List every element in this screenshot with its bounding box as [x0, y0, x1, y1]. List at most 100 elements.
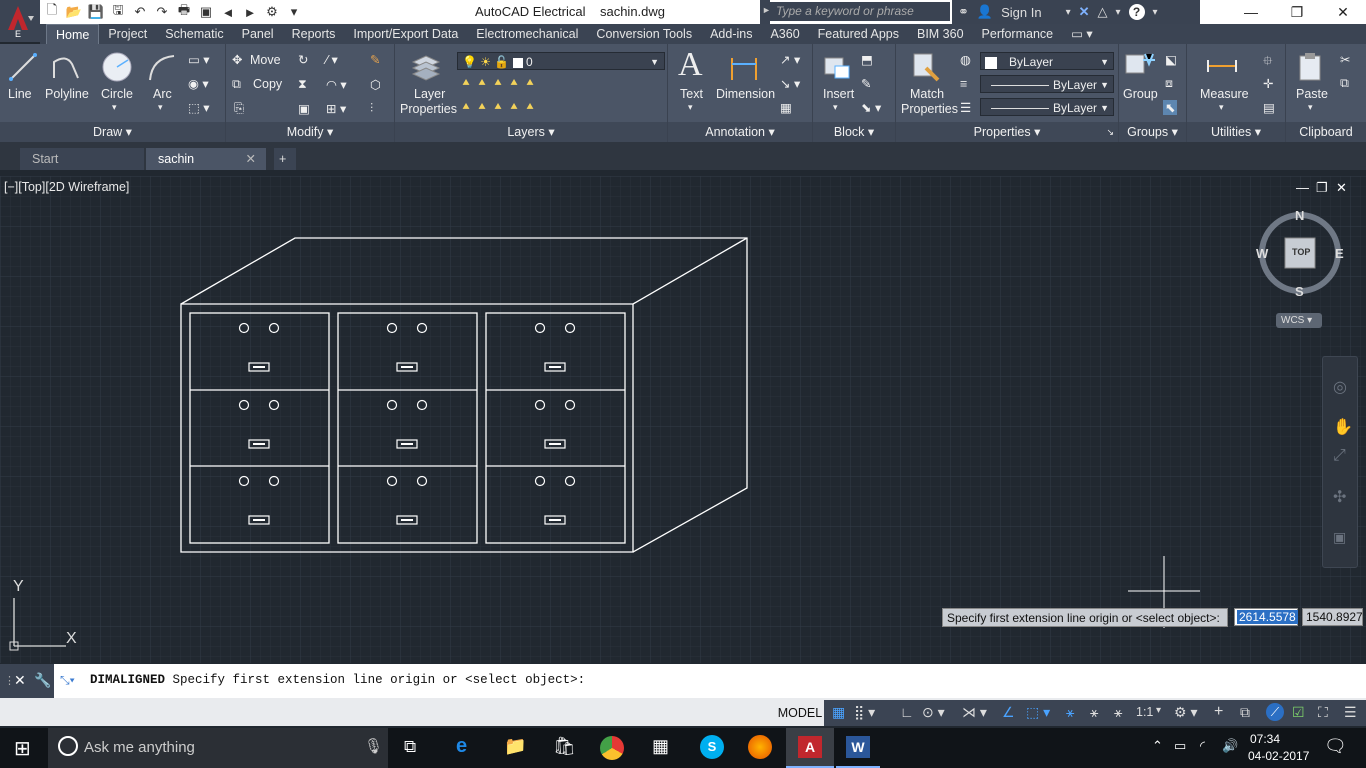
multileader-icon[interactable]: ↘ ▾ — [780, 76, 800, 91]
chevron-down-icon[interactable]: ▾ — [1308, 102, 1313, 113]
tab-add-ins[interactable]: Add-ins — [701, 24, 761, 44]
sign-in-button[interactable]: Sign In — [1001, 5, 1041, 20]
quick-properties-icon[interactable]: ☑ — [1292, 704, 1305, 721]
edit-block-icon[interactable]: ✎ — [861, 76, 871, 91]
tab-conversion-tools[interactable]: Conversion Tools — [587, 24, 701, 44]
scale-icon[interactable]: ▣ — [298, 101, 310, 116]
show-hidden-icons-icon[interactable]: ⌃ — [1152, 738, 1163, 754]
draw-panel-title[interactable]: Draw ▾ — [0, 122, 225, 142]
object-snap-icon[interactable]: ⬚ ▾ — [1026, 704, 1050, 721]
back-icon[interactable]: ◄ — [220, 4, 236, 20]
task-view-icon[interactable]: ⧉ — [404, 737, 416, 757]
layer-tools-row-2[interactable]: ⯅⯅⯅⯅⯅ — [461, 100, 541, 115]
redo-icon[interactable]: ↷ — [154, 4, 170, 20]
isodraft-icon[interactable]: ⋊ ▾ — [962, 704, 987, 721]
annotation-panel-title[interactable]: Annotation ▾ — [668, 122, 812, 142]
block-panel-title[interactable]: Block ▾ — [813, 122, 895, 142]
measure-button[interactable]: Measure — [1200, 87, 1249, 101]
modify-panel-title[interactable]: Modify ▾ — [226, 122, 394, 142]
clipboard-panel-title[interactable]: Clipboard — [1286, 122, 1366, 142]
move-button[interactable]: Move — [250, 53, 281, 67]
restore-button[interactable]: ❐ — [1274, 0, 1320, 24]
microphone-icon[interactable]: 🎙 — [364, 737, 383, 755]
tab-electromechanical[interactable]: Electromechanical — [467, 24, 587, 44]
rectangle-icon[interactable]: ▭ ▾ — [188, 52, 210, 67]
save-as-icon[interactable]: 🖫 — [110, 2, 126, 20]
fillet-icon[interactable]: ◠ ▾ — [326, 77, 347, 92]
chevron-down-icon[interactable]: ▾ — [1066, 7, 1071, 18]
windows-start-icon[interactable]: ⊞ — [14, 736, 31, 761]
tab-featured-apps[interactable]: Featured Apps — [809, 24, 908, 44]
compass-west[interactable]: W — [1256, 246, 1268, 261]
tab-current-drawing[interactable]: sachin ✕ — [146, 148, 266, 170]
group-select-icon[interactable]: ⬉ — [1163, 100, 1178, 115]
plot-icon[interactable]: 🖶 — [176, 2, 192, 20]
text-button[interactable]: Text — [680, 87, 703, 101]
save-icon[interactable]: 💾 — [88, 4, 104, 20]
file-explorer-icon[interactable]: 📁 — [504, 736, 526, 757]
plus-icon[interactable]: + — [1214, 703, 1223, 721]
offset-icon[interactable]: ⫶ — [370, 101, 373, 116]
layer-properties-label-2[interactable]: Properties — [400, 102, 457, 116]
calculator-icon[interactable]: ▤ — [1263, 100, 1275, 115]
color-dropdown[interactable]: ByLayer ▼ — [980, 52, 1114, 70]
minimize-button[interactable]: — — [1228, 0, 1274, 24]
annotation-scale-dropdown[interactable]: 1:1 — [1136, 705, 1153, 719]
autocad-taskbar-button[interactable]: A — [786, 728, 834, 768]
annotation-scale-icon[interactable]: ⚹ — [1114, 704, 1122, 721]
pan-icon[interactable]: ✋ — [1333, 417, 1353, 437]
search-expander[interactable]: ► — [760, 0, 771, 24]
volume-icon[interactable]: 🔊 — [1222, 738, 1238, 754]
leader-icon[interactable]: ↗ ▾ — [780, 52, 800, 67]
zoom-icon[interactable]: ⤢ — [1333, 447, 1346, 465]
y-coordinate-input[interactable]: 1540.8927 — [1302, 608, 1363, 626]
search-input[interactable]: Type a keyword or phrase — [770, 2, 950, 21]
close-button[interactable]: ✕ — [1320, 0, 1366, 24]
workspace-gear-icon[interactable]: ⚙ ▾ — [1174, 704, 1197, 721]
tab-panel[interactable]: Panel — [233, 24, 283, 44]
recent-commands-icon[interactable]: ⤡▾ — [60, 673, 75, 688]
viewcube-top-face[interactable]: TOP — [1292, 247, 1310, 257]
paste-button[interactable]: Paste — [1296, 87, 1328, 101]
chevron-down-icon[interactable]: ▾ — [833, 102, 838, 113]
tab-performance[interactable]: Performance — [973, 24, 1063, 44]
tab-bim-360[interactable]: BIM 360 — [908, 24, 973, 44]
chevron-down-icon[interactable]: ▾ — [112, 102, 117, 113]
id-point-icon[interactable]: ✛ — [1263, 76, 1273, 91]
chrome-icon[interactable] — [600, 736, 624, 760]
table-icon[interactable]: ▦ — [780, 100, 792, 115]
layer-tools-row-1[interactable]: ⯅⯅⯅⯅⯅ — [461, 76, 541, 91]
firefox-icon[interactable] — [748, 735, 772, 759]
close-tab-icon[interactable]: ✕ — [246, 148, 256, 170]
object-snap-tracking-icon[interactable]: ∠ — [1002, 704, 1015, 721]
explode-icon[interactable]: ⬡ — [370, 77, 381, 92]
tab-import-export[interactable]: Import/Export Data — [344, 24, 467, 44]
action-center-icon[interactable]: 🗨 — [1324, 736, 1347, 757]
customization-menu-icon[interactable]: ☰ — [1344, 704, 1357, 721]
store-icon[interactable]: 🛍 — [553, 736, 576, 757]
layer-dropdown[interactable]: 💡 ☀ 🔓 0 ▼ — [457, 52, 665, 70]
chevron-down-icon[interactable]: ▾ — [1116, 7, 1121, 18]
hatch-icon[interactable]: ◉ ▾ — [188, 76, 209, 91]
utilities-panel-title[interactable]: Utilities ▾ — [1187, 122, 1285, 142]
clock-date[interactable]: 04-02-2017 — [1248, 749, 1309, 763]
skype-icon[interactable]: S — [700, 735, 724, 759]
ortho-icon[interactable]: ∟ — [900, 704, 914, 720]
mirror-icon[interactable]: ⧗ — [298, 77, 307, 92]
model-space-button[interactable]: MODEL — [776, 700, 824, 726]
isolate-objects-icon[interactable]: ⧉ — [1240, 704, 1250, 721]
ungroup-icon[interactable]: ⬕ — [1165, 52, 1177, 67]
group-button[interactable]: Group — [1123, 87, 1158, 101]
project-manager-icon[interactable]: ▣ — [198, 4, 214, 20]
cut-icon[interactable]: ✂ — [1340, 52, 1350, 67]
word-taskbar-button[interactable]: W — [836, 728, 880, 768]
clean-screen-icon[interactable]: ⛶ — [1318, 704, 1328, 721]
copy-button[interactable]: Copy — [253, 77, 282, 91]
auto-scale-icon[interactable]: ⚹ — [1090, 704, 1098, 721]
binoculars-icon[interactable]: ⚭ — [958, 4, 969, 20]
quick-select-icon[interactable]: ⯐ — [1263, 52, 1272, 73]
stretch-icon[interactable]: ⎘ — [234, 101, 244, 116]
network-icon[interactable]: ▭ — [1174, 738, 1186, 754]
ribbon-options-icon[interactable]: ▭ ▾ — [1062, 24, 1102, 44]
calculator-app-icon[interactable]: ▦ — [652, 736, 669, 757]
